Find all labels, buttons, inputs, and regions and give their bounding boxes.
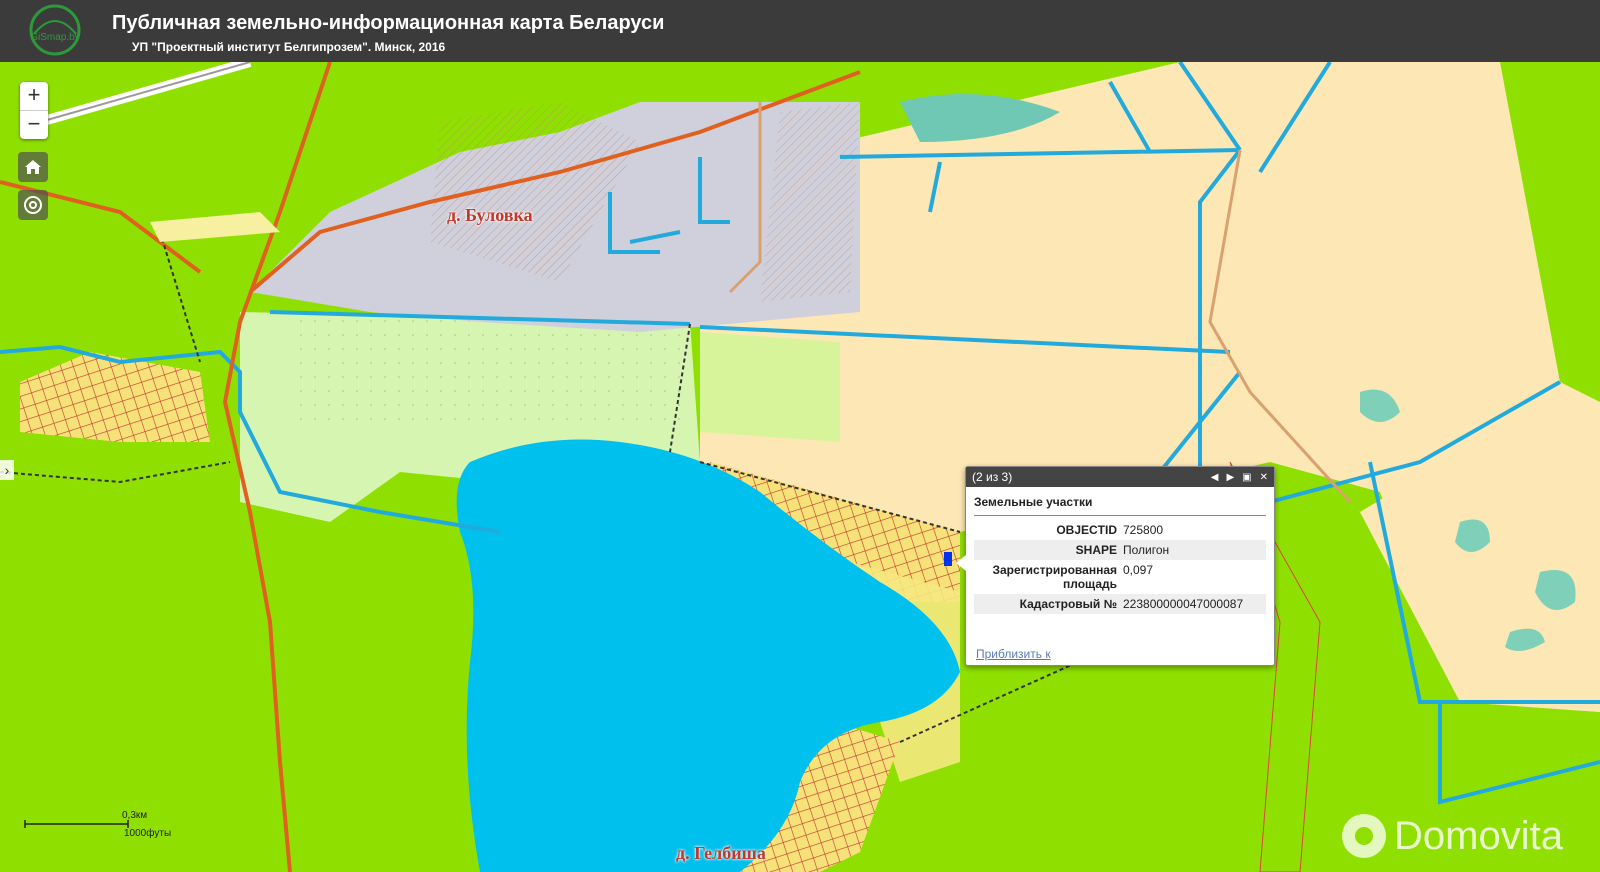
scale-km: 0,3км (122, 810, 148, 821)
close-button[interactable]: ✕ (1260, 472, 1268, 483)
home-icon (25, 160, 41, 174)
selected-parcel[interactable] (944, 552, 952, 566)
zoom-control: + − (20, 82, 48, 139)
scale-line (24, 820, 129, 828)
zoom-in-button[interactable]: + (20, 82, 48, 110)
watermark-text: Domovita (1394, 813, 1563, 858)
watermark: Domovita (1340, 812, 1563, 860)
attr-value: Полигон (1120, 540, 1266, 560)
attr-row-area: Зарегистрированная площадь 0,097 (974, 560, 1266, 594)
logo-text: GiSmap.by (30, 32, 79, 43)
attr-row-shape: SHAPE Полигон (974, 540, 1266, 560)
village-label-gelbisha: д. Гелбиша (676, 843, 766, 863)
attr-value: 725800 (1123, 523, 1164, 537)
attr-key: Кадастровый № (974, 594, 1120, 614)
scale-ft: 1000футы (124, 828, 172, 839)
expand-arrow-icon[interactable]: › (0, 460, 14, 480)
meadow-patch (700, 332, 840, 442)
attr-value: 0,097 (1123, 563, 1154, 577)
village-label-bulovka: д. Буловка (447, 205, 533, 225)
popup-count: (2 из 3) (972, 470, 1013, 484)
attr-row-cadastral: Кадастровый № 223800000047000087 (974, 594, 1266, 614)
locate-icon (24, 196, 42, 214)
layer-title: Земельные участки (974, 495, 1266, 516)
app-header: GiSmap.by Публичная земельно-информацион… (0, 0, 1600, 62)
map-canvas[interactable] (0, 62, 1600, 872)
popup-pointer (956, 555, 966, 571)
next-feature-button[interactable]: ▶ (1226, 472, 1234, 483)
attr-key: SHAPE (974, 540, 1120, 560)
previous-feature-button[interactable]: ◀ (1211, 472, 1219, 483)
attr-key: Зарегистрированная площадь (992, 563, 1117, 591)
page-title: Публичная земельно-информационная карта … (112, 12, 665, 34)
attr-value: 223800000047000087 (1120, 594, 1266, 614)
page-subtitle: УП "Проектный институт Белгипрозем". Мин… (132, 40, 446, 54)
maximize-button[interactable]: ▣ (1242, 472, 1251, 483)
home-button[interactable] (18, 152, 48, 182)
locate-button[interactable] (18, 190, 48, 220)
identify-popup: (2 из 3) ◀ ▶ ▣ ✕ Земельные участки OBJEC… (956, 466, 1275, 666)
attr-row-objectid: OBJECTID 725800 (974, 520, 1266, 540)
popup-title-bar: (2 из 3) ◀ ▶ ▣ ✕ (966, 467, 1274, 487)
zoom-out-button[interactable]: − (20, 110, 48, 139)
scale-bar: 0,3км 1000футы (24, 810, 171, 839)
zoom-to-link[interactable]: Приблизить к (976, 647, 1051, 661)
attr-key: OBJECTID (1056, 523, 1117, 537)
domovita-logo-icon (1342, 814, 1386, 858)
attribute-table: OBJECTID 725800 SHAPE Полигон Зарегистри… (974, 520, 1266, 614)
gismap-logo[interactable]: GiSmap.by (26, 4, 84, 56)
